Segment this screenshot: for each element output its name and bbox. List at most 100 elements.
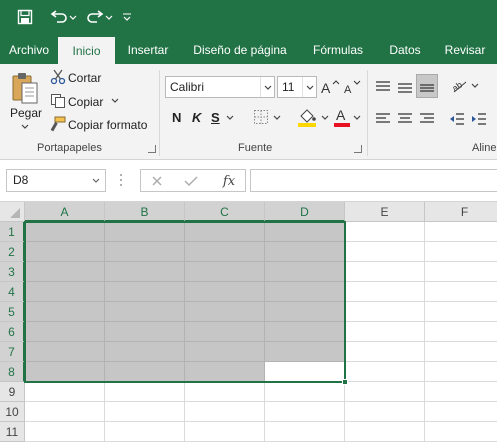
- cell[interactable]: [105, 322, 185, 342]
- cell[interactable]: [105, 242, 185, 262]
- cell[interactable]: [25, 302, 105, 322]
- cell[interactable]: [185, 222, 265, 242]
- cell[interactable]: [425, 322, 497, 342]
- cell[interactable]: [425, 262, 497, 282]
- cell[interactable]: [105, 382, 185, 402]
- copy-dropdown-icon[interactable]: [110, 97, 120, 105]
- customize-qat-icon[interactable]: [120, 6, 134, 28]
- cut-button[interactable]: Cortar: [68, 71, 101, 85]
- copy-button[interactable]: Copiar: [68, 95, 103, 109]
- cut-icon[interactable]: [50, 69, 66, 85]
- cell[interactable]: [265, 282, 345, 302]
- align-right-icon[interactable]: [418, 110, 436, 128]
- align-center-icon[interactable]: [396, 110, 414, 128]
- tab-datos[interactable]: Datos: [377, 36, 433, 64]
- font-size-combo[interactable]: 11: [277, 76, 317, 98]
- cell[interactable]: [425, 402, 497, 422]
- row-header[interactable]: 1: [0, 222, 25, 242]
- cell[interactable]: [265, 302, 345, 322]
- cell[interactable]: [265, 322, 345, 342]
- cell[interactable]: [425, 222, 497, 242]
- cell[interactable]: [265, 422, 345, 442]
- cell[interactable]: [425, 362, 497, 382]
- cell[interactable]: [25, 322, 105, 342]
- cell[interactable]: [25, 382, 105, 402]
- cell[interactable]: [25, 342, 105, 362]
- cell[interactable]: [25, 242, 105, 262]
- cell[interactable]: [105, 262, 185, 282]
- paste-button[interactable]: Pegar: [10, 106, 42, 120]
- align-middle-icon[interactable]: [396, 78, 414, 96]
- font-launcher-icon[interactable]: [354, 145, 362, 153]
- cell[interactable]: [345, 422, 425, 442]
- cell[interactable]: [105, 222, 185, 242]
- align-bottom-icon[interactable]: [416, 74, 438, 98]
- chevron-down-icon[interactable]: [260, 77, 274, 97]
- cell[interactable]: [265, 342, 345, 362]
- tab-revisar[interactable]: Revisar: [433, 36, 497, 64]
- tab-archivo[interactable]: Archivo: [0, 36, 58, 64]
- cell[interactable]: [105, 362, 185, 382]
- cell[interactable]: [185, 362, 265, 382]
- clipboard-launcher-icon[interactable]: [148, 145, 156, 153]
- cell[interactable]: [265, 382, 345, 402]
- cell[interactable]: [105, 342, 185, 362]
- cell[interactable]: [185, 262, 265, 282]
- borders-icon[interactable]: [252, 108, 270, 126]
- cell[interactable]: [25, 362, 105, 382]
- enter-icon[interactable]: [183, 172, 199, 190]
- cell[interactable]: [185, 282, 265, 302]
- row-header[interactable]: 5: [0, 302, 25, 322]
- cell[interactable]: [25, 402, 105, 422]
- column-header[interactable]: A: [25, 202, 105, 222]
- row-header[interactable]: 9: [0, 382, 25, 402]
- orientation-icon[interactable]: ab: [450, 76, 470, 96]
- cell[interactable]: [425, 282, 497, 302]
- font-color-dropdown-icon[interactable]: [352, 114, 362, 122]
- borders-dropdown-icon[interactable]: [272, 114, 282, 122]
- cell[interactable]: [345, 302, 425, 322]
- column-header[interactable]: C: [185, 202, 265, 222]
- cell[interactable]: [185, 322, 265, 342]
- cell[interactable]: [25, 282, 105, 302]
- fill-color-icon[interactable]: [296, 106, 318, 128]
- paste-icon[interactable]: [8, 70, 42, 108]
- row-header[interactable]: 4: [0, 282, 25, 302]
- row-header[interactable]: 8: [0, 362, 25, 382]
- align-left-icon[interactable]: [374, 110, 392, 128]
- cell[interactable]: [265, 402, 345, 422]
- underline-button[interactable]: S: [211, 110, 220, 125]
- cell[interactable]: [185, 242, 265, 262]
- undo-icon[interactable]: [48, 6, 78, 28]
- formula-bar-grip-icon[interactable]: [118, 170, 124, 190]
- cell[interactable]: [265, 242, 345, 262]
- row-header[interactable]: 7: [0, 342, 25, 362]
- row-header[interactable]: 3: [0, 262, 25, 282]
- format-painter-button[interactable]: Copiar formato: [68, 118, 147, 132]
- decrease-indent-icon[interactable]: [448, 110, 466, 128]
- column-header[interactable]: B: [105, 202, 185, 222]
- orientation-dropdown-icon[interactable]: [470, 82, 480, 90]
- cell[interactable]: [345, 222, 425, 242]
- tab-insertar[interactable]: Insertar: [115, 36, 181, 64]
- align-top-icon[interactable]: [374, 78, 392, 96]
- cell[interactable]: [425, 382, 497, 402]
- italic-button[interactable]: K: [192, 110, 201, 125]
- cell[interactable]: [185, 342, 265, 362]
- row-header[interactable]: 6: [0, 322, 25, 342]
- tab-inicio[interactable]: Inicio: [58, 37, 115, 64]
- cell[interactable]: [25, 422, 105, 442]
- grow-font-icon[interactable]: A: [320, 78, 340, 96]
- cell[interactable]: [345, 402, 425, 422]
- cell[interactable]: [345, 342, 425, 362]
- cell[interactable]: [25, 222, 105, 242]
- cell[interactable]: [345, 262, 425, 282]
- insert-function-icon[interactable]: fx: [219, 171, 239, 191]
- cell[interactable]: [105, 402, 185, 422]
- cell[interactable]: [425, 342, 497, 362]
- cell[interactable]: [105, 282, 185, 302]
- cell[interactable]: [105, 422, 185, 442]
- row-header[interactable]: 10: [0, 402, 25, 422]
- font-color-icon[interactable]: A: [332, 106, 352, 128]
- shrink-font-icon[interactable]: A: [342, 78, 362, 96]
